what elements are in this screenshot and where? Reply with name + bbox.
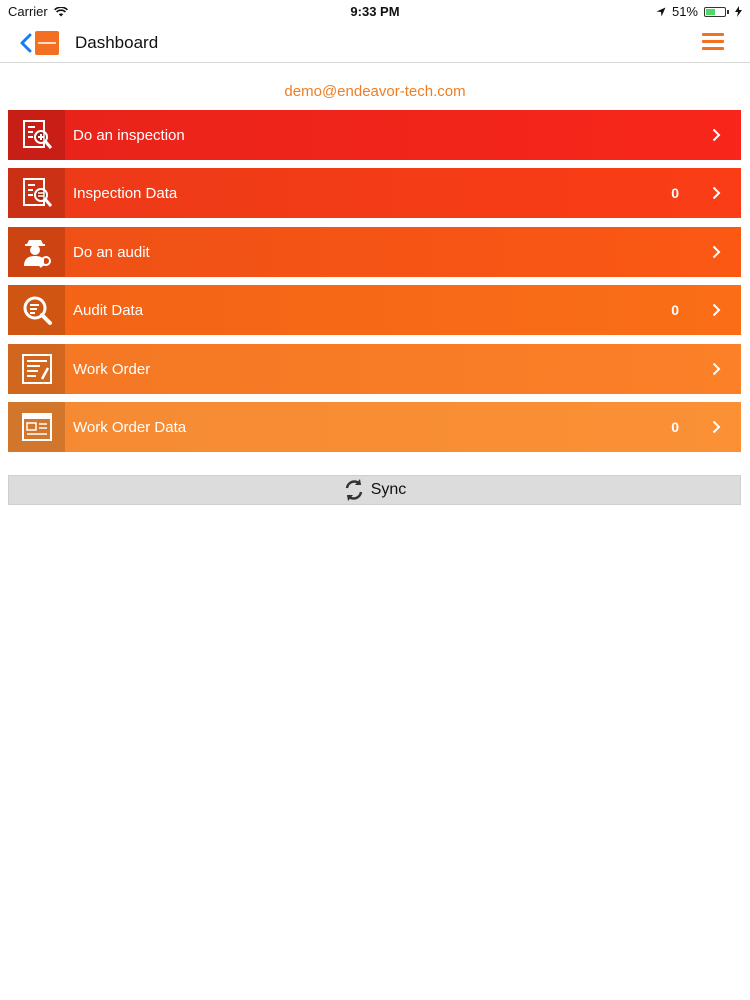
chevron-right-icon: [712, 245, 721, 258]
chevron-right-icon: [712, 128, 721, 142]
menu-item-do-inspection[interactable]: Do an inspection: [8, 110, 741, 160]
inspection-data-icon: [8, 168, 65, 219]
dashboard-menu: Do an inspection Inspection Data 0 Do an…: [8, 110, 741, 460]
chevron-right-icon: [712, 362, 721, 375]
work-order-icon: [8, 343, 65, 394]
menu-item-do-audit[interactable]: Do an audit: [8, 226, 741, 277]
menu-item-label: Audit Data: [73, 302, 144, 320]
battery-icon: [704, 6, 726, 17]
battery-percent: 51%: [671, 4, 698, 19]
status-bar: Carrier 9:33 PM 51%: [0, 0, 750, 22]
inspection-icon: [8, 110, 65, 160]
sync-label: Sync: [370, 481, 407, 498]
menu-item-work-order-data[interactable]: Work Order Data 0: [8, 401, 741, 452]
audit-data-icon: [8, 285, 65, 336]
sync-icon: [345, 479, 362, 501]
nav-bar: Dashboard: [0, 22, 750, 63]
charging-bolt-icon: [735, 6, 742, 17]
work-order-data-icon: [8, 401, 65, 452]
menu-item-count: 0: [671, 302, 679, 319]
menu-item-inspection-data[interactable]: Inspection Data 0: [8, 168, 741, 219]
menu-item-audit-data[interactable]: Audit Data 0: [8, 285, 741, 336]
location-arrow-icon: [656, 7, 666, 16]
auditor-icon: [8, 226, 65, 277]
menu-item-count: 0: [671, 185, 679, 202]
chevron-right-icon: [712, 303, 721, 317]
battery-nub: [727, 9, 729, 14]
menu-item-label: Do an inspection: [73, 127, 185, 144]
menu-item-label: Work Order: [73, 360, 151, 378]
page-title: Dashboard: [75, 33, 159, 52]
hamburger-menu-icon[interactable]: [702, 33, 724, 51]
user-email: demo@endeavor-tech.com: [284, 83, 466, 100]
menu-item-work-order[interactable]: Work Order: [8, 343, 741, 394]
chevron-right-icon: [712, 420, 721, 434]
menu-item-label: Work Order Data: [73, 418, 187, 436]
sync-button[interactable]: Sync: [8, 475, 741, 505]
status-time: 9:33 PM: [350, 4, 400, 19]
chevron-right-icon: [712, 187, 721, 200]
chevron-left-icon: [20, 33, 32, 53]
app-logo: [35, 31, 59, 55]
menu-item-label: Inspection Data: [73, 185, 178, 203]
menu-item-count: 0: [671, 418, 679, 435]
menu-item-label: Do an audit: [73, 243, 150, 261]
